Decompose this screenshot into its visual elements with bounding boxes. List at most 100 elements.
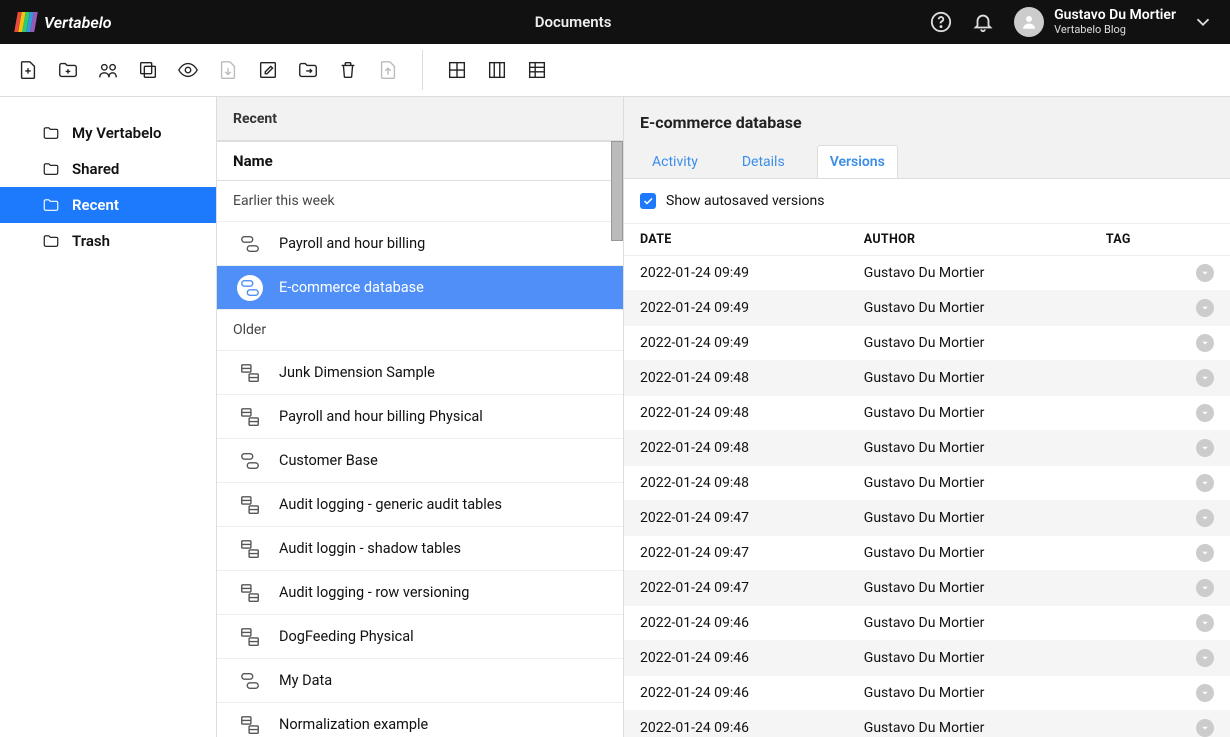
version-row[interactable]: 2022-01-24 09:48Gustavo Du Mortier xyxy=(624,431,1230,466)
version-author: Gustavo Du Mortier xyxy=(848,676,1090,711)
view-grid-icon[interactable] xyxy=(445,58,469,82)
row-menu-icon[interactable] xyxy=(1196,509,1214,527)
version-row[interactable]: 2022-01-24 09:46Gustavo Du Mortier xyxy=(624,711,1230,737)
version-date: 2022-01-24 09:46 xyxy=(624,641,848,676)
sidebar-item-recent[interactable]: Recent xyxy=(0,187,216,223)
version-row[interactable]: 2022-01-24 09:47Gustavo Du Mortier xyxy=(624,571,1230,606)
user-subtitle: Vertabelo Blog xyxy=(1054,24,1176,36)
version-date: 2022-01-24 09:47 xyxy=(624,536,848,571)
page-title: Documents xyxy=(216,13,930,31)
version-row[interactable]: 2022-01-24 09:48Gustavo Du Mortier xyxy=(624,361,1230,396)
scrollbar-thumb[interactable] xyxy=(611,141,623,241)
document-name: Audit loggin - shadow tables xyxy=(279,540,461,557)
row-menu-icon[interactable] xyxy=(1196,474,1214,492)
document-row[interactable]: Customer Base xyxy=(217,439,623,483)
document-row[interactable]: Payroll and hour billing Physical xyxy=(217,395,623,439)
new-folder-icon[interactable] xyxy=(56,58,80,82)
version-row[interactable]: 2022-01-24 09:46Gustavo Du Mortier xyxy=(624,676,1230,711)
col-author[interactable]: AUTHOR xyxy=(848,224,1090,256)
notifications-icon[interactable] xyxy=(972,11,994,33)
document-row[interactable]: Audit logging - generic audit tables xyxy=(217,483,623,527)
documents-name-header[interactable]: Name xyxy=(217,141,623,181)
document-name: My Data xyxy=(279,672,332,689)
preview-icon[interactable] xyxy=(176,58,200,82)
sidebar-item-shared[interactable]: Shared xyxy=(0,151,216,187)
version-tag xyxy=(1090,326,1180,361)
brand[interactable]: Vertabelo xyxy=(16,12,216,32)
row-menu-icon[interactable] xyxy=(1196,719,1214,737)
sidebar-item-my-vertabelo[interactable]: My Vertabelo xyxy=(0,115,216,151)
row-menu-icon[interactable] xyxy=(1196,684,1214,702)
detail-column: E-commerce database ActivityDetailsVersi… xyxy=(624,97,1230,737)
row-menu-icon[interactable] xyxy=(1196,579,1214,597)
document-name: Payroll and hour billing xyxy=(279,235,425,252)
row-menu-icon[interactable] xyxy=(1196,334,1214,352)
row-menu-icon[interactable] xyxy=(1196,264,1214,282)
document-row[interactable]: Audit logging - row versioning xyxy=(217,571,623,615)
document-row[interactable]: DogFeeding Physical xyxy=(217,615,623,659)
help-icon[interactable] xyxy=(930,11,952,33)
documents-scroll[interactable]: Earlier this weekPayroll and hour billin… xyxy=(217,181,623,737)
document-name: Audit logging - row versioning xyxy=(279,584,469,601)
tab-details[interactable]: Details xyxy=(730,146,797,178)
folder-icon xyxy=(42,196,60,214)
version-row[interactable]: 2022-01-24 09:49Gustavo Du Mortier xyxy=(624,256,1230,291)
version-row[interactable]: 2022-01-24 09:47Gustavo Du Mortier xyxy=(624,536,1230,571)
edit-icon[interactable] xyxy=(256,58,280,82)
version-tag xyxy=(1090,361,1180,396)
physical-model-icon xyxy=(237,624,263,650)
version-author: Gustavo Du Mortier xyxy=(848,326,1090,361)
version-row[interactable]: 2022-01-24 09:46Gustavo Du Mortier xyxy=(624,641,1230,676)
document-row[interactable]: Payroll and hour billing xyxy=(217,222,623,266)
version-date: 2022-01-24 09:49 xyxy=(624,291,848,326)
document-name: Customer Base xyxy=(279,452,378,469)
version-date: 2022-01-24 09:48 xyxy=(624,466,848,501)
move-icon[interactable] xyxy=(296,58,320,82)
row-menu-icon[interactable] xyxy=(1196,404,1214,422)
sidebar-item-trash[interactable]: Trash xyxy=(0,223,216,259)
version-date: 2022-01-24 09:49 xyxy=(624,256,848,291)
share-icon[interactable] xyxy=(96,58,120,82)
version-date: 2022-01-24 09:46 xyxy=(624,711,848,737)
version-row[interactable]: 2022-01-24 09:46Gustavo Du Mortier xyxy=(624,606,1230,641)
autosave-row[interactable]: Show autosaved versions xyxy=(624,179,1230,223)
version-row[interactable]: 2022-01-24 09:47Gustavo Du Mortier xyxy=(624,501,1230,536)
document-row[interactable]: E-commerce database xyxy=(217,266,623,310)
row-menu-icon[interactable] xyxy=(1196,614,1214,632)
autosave-checkbox[interactable] xyxy=(640,193,656,209)
version-author: Gustavo Du Mortier xyxy=(848,466,1090,501)
tab-activity[interactable]: Activity xyxy=(640,146,710,178)
tab-versions[interactable]: Versions xyxy=(817,145,898,178)
row-menu-icon[interactable] xyxy=(1196,369,1214,387)
physical-model-icon xyxy=(237,536,263,562)
logical-model-icon xyxy=(237,231,263,257)
physical-model-icon xyxy=(237,712,263,737)
delete-icon[interactable] xyxy=(336,58,360,82)
version-row[interactable]: 2022-01-24 09:48Gustavo Du Mortier xyxy=(624,396,1230,431)
document-row[interactable]: Normalization example xyxy=(217,703,623,737)
col-tag[interactable]: TAG xyxy=(1090,224,1180,256)
version-row[interactable]: 2022-01-24 09:48Gustavo Du Mortier xyxy=(624,466,1230,501)
col-date[interactable]: DATE xyxy=(624,224,848,256)
document-row[interactable]: Junk Dimension Sample xyxy=(217,351,623,395)
copy-icon[interactable] xyxy=(136,58,160,82)
version-author: Gustavo Du Mortier xyxy=(848,361,1090,396)
main: My VertabeloSharedRecentTrash Recent Nam… xyxy=(0,97,1230,737)
row-menu-icon[interactable] xyxy=(1196,439,1214,457)
view-table-icon[interactable] xyxy=(525,58,549,82)
row-menu-icon[interactable] xyxy=(1196,299,1214,317)
col-actions xyxy=(1180,224,1230,256)
user-menu[interactable]: Gustavo Du Mortier Vertabelo Blog xyxy=(1014,7,1214,37)
document-row[interactable]: My Data xyxy=(217,659,623,703)
version-tag xyxy=(1090,501,1180,536)
version-row[interactable]: 2022-01-24 09:49Gustavo Du Mortier xyxy=(624,291,1230,326)
document-name: Audit logging - generic audit tables xyxy=(279,496,502,513)
row-menu-icon[interactable] xyxy=(1196,649,1214,667)
logical-model-icon xyxy=(237,448,263,474)
new-doc-icon[interactable] xyxy=(16,58,40,82)
version-date: 2022-01-24 09:48 xyxy=(624,396,848,431)
row-menu-icon[interactable] xyxy=(1196,544,1214,562)
version-row[interactable]: 2022-01-24 09:49Gustavo Du Mortier xyxy=(624,326,1230,361)
document-row[interactable]: Audit loggin - shadow tables xyxy=(217,527,623,571)
view-columns-icon[interactable] xyxy=(485,58,509,82)
